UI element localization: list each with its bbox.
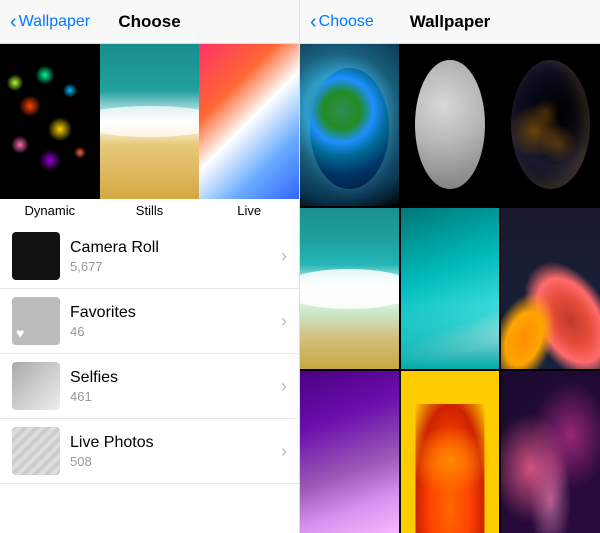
grid-cell-wave-teal[interactable] — [401, 208, 500, 370]
grid-cell-pink-flowers[interactable] — [501, 371, 600, 533]
live-label: Live — [237, 199, 261, 224]
favorites-name: Favorites — [70, 304, 271, 322]
right-back-label: Choose — [319, 13, 374, 31]
wallpaper-grid — [300, 44, 600, 533]
right-panel: ‹ Choose Wallpaper — [300, 0, 600, 533]
stills-label: Stills — [136, 199, 163, 224]
live-photos-info: Live Photos 508 — [60, 434, 281, 469]
left-chevron-icon: ‹ — [10, 12, 17, 32]
camera-roll-name: Camera Roll — [70, 239, 271, 257]
selfies-count: 461 — [70, 389, 271, 404]
album-camera-roll[interactable]: Camera Roll 5,677 › — [0, 224, 299, 289]
left-nav-title: Choose — [118, 12, 180, 32]
album-favorites[interactable]: Favorites 46 › — [0, 289, 299, 354]
left-nav-bar: ‹ Wallpaper Choose — [0, 0, 299, 44]
grid-cell-earth[interactable] — [300, 44, 399, 206]
left-panel: ‹ Wallpaper Choose Dynamic Stills Live C… — [0, 0, 300, 533]
selfies-chevron-icon: › — [281, 376, 287, 397]
stills-thumb — [100, 44, 200, 199]
favorites-thumb — [12, 297, 60, 345]
category-stills[interactable]: Stills — [100, 44, 200, 224]
right-chevron-icon: ‹ — [310, 12, 317, 32]
dynamic-label: Dynamic — [25, 199, 76, 224]
camera-roll-count: 5,677 — [70, 259, 271, 274]
right-back-button[interactable]: ‹ Choose — [310, 12, 374, 32]
camera-roll-chevron-icon: › — [281, 246, 287, 267]
wallpaper-categories: Dynamic Stills Live — [0, 44, 299, 224]
left-back-label: Wallpaper — [19, 13, 90, 31]
camera-roll-thumb — [12, 232, 60, 280]
grid-cell-earth-night[interactable] — [501, 44, 600, 206]
category-dynamic[interactable]: Dynamic — [0, 44, 100, 224]
live-photos-thumb — [12, 427, 60, 475]
selfies-name: Selfies — [70, 369, 271, 387]
grid-cell-moon[interactable] — [401, 44, 500, 206]
live-photos-chevron-icon: › — [281, 441, 287, 462]
favorites-chevron-icon: › — [281, 311, 287, 332]
grid-cell-purple-gradient[interactable] — [300, 371, 399, 533]
live-thumb — [199, 44, 299, 199]
category-live[interactable]: Live — [199, 44, 299, 224]
grid-cell-ocean[interactable] — [300, 208, 399, 370]
left-back-button[interactable]: ‹ Wallpaper — [10, 12, 90, 32]
selfies-thumb — [12, 362, 60, 410]
right-nav-title: Wallpaper — [410, 12, 491, 32]
album-selfies[interactable]: Selfies 461 › — [0, 354, 299, 419]
selfies-info: Selfies 461 — [60, 369, 281, 404]
grid-cell-orange-flower[interactable] — [401, 371, 500, 533]
favorites-info: Favorites 46 — [60, 304, 281, 339]
live-photos-count: 508 — [70, 454, 271, 469]
album-list: Camera Roll 5,677 › Favorites 46 › Selfi… — [0, 224, 299, 533]
live-photos-name: Live Photos — [70, 434, 271, 452]
right-nav-bar: ‹ Choose Wallpaper — [300, 0, 600, 44]
dynamic-thumb — [0, 44, 100, 199]
album-live-photos[interactable]: Live Photos 508 › — [0, 419, 299, 484]
camera-roll-info: Camera Roll 5,677 — [60, 239, 281, 274]
grid-cell-floral[interactable] — [501, 208, 600, 370]
favorites-count: 46 — [70, 324, 271, 339]
